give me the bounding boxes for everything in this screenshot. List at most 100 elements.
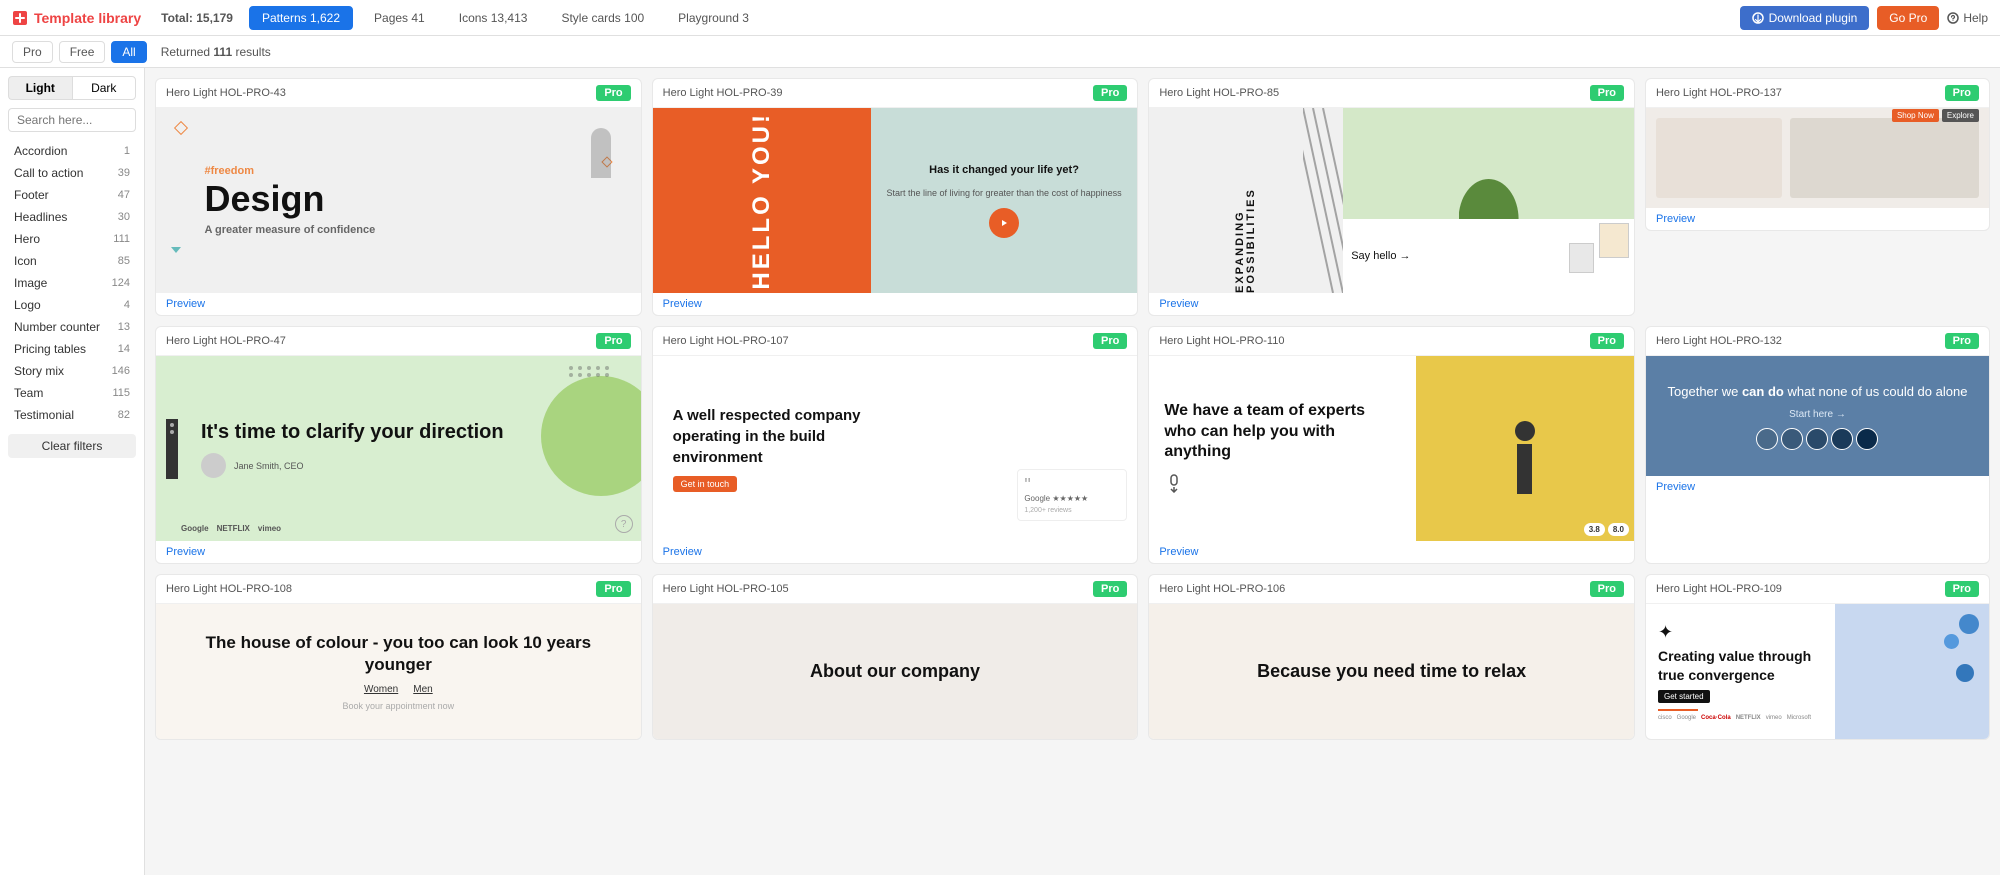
furniture-chair xyxy=(1656,118,1782,198)
brand-logos: Google NETFLIX vimeo xyxy=(181,524,281,533)
preview-link[interactable]: Preview xyxy=(653,541,1138,563)
card-title: Hero Light HOL-PRO-85 xyxy=(1159,87,1279,99)
logo-microsoft: Microsoft xyxy=(1787,715,1811,721)
sidebar-item-calltoaction[interactable]: Call to action 39 xyxy=(8,162,136,184)
sidebar-item-storymix[interactable]: Story mix 146 xyxy=(8,360,136,382)
preview-link[interactable]: Preview xyxy=(156,541,641,563)
person-head xyxy=(1515,421,1535,441)
sidebar-item-icon[interactable]: Icon 85 xyxy=(8,250,136,272)
vertical-bar xyxy=(166,419,178,479)
card-preview-area: A well respected company operating in th… xyxy=(653,356,1138,541)
card-header: Hero Light HOL-PRO-109 Pro xyxy=(1646,575,1989,604)
card-preview-area: #freedom Design A greater measure of con… xyxy=(156,108,641,293)
sidebar: Light Dark Accordion 1 Call to action 39… xyxy=(0,68,145,875)
card-title: Hero Light HOL-PRO-43 xyxy=(166,87,286,99)
tab-playground[interactable]: Playground 3 xyxy=(665,6,762,30)
logo-cocacola: Coca·Cola xyxy=(1701,715,1731,721)
person-body xyxy=(1517,444,1532,494)
sidebar-item-count: 146 xyxy=(112,365,130,377)
value-right xyxy=(1835,604,1989,739)
card-header: Hero Light HOL-PRO-105 Pro xyxy=(653,575,1138,604)
preview-link[interactable]: Preview xyxy=(1149,541,1634,563)
sidebar-item-numbercounter[interactable]: Number counter 13 xyxy=(8,316,136,338)
sidebar-item-accordion[interactable]: Accordion 1 xyxy=(8,140,136,162)
pro-badge: Pro xyxy=(1093,85,1127,101)
card-title: Hero Light HOL-PRO-107 xyxy=(663,335,789,347)
company-text: A well respected company operating in th… xyxy=(673,405,918,468)
light-theme-button[interactable]: Light xyxy=(8,76,72,100)
right-column-top: Hero Light HOL-PRO-137 Pro Shop Now Expl… xyxy=(1645,78,1990,316)
card-header: Hero Light HOL-PRO-137 Pro xyxy=(1646,79,1989,108)
sidebar-item-label: Pricing tables xyxy=(14,342,86,356)
logo-cisco: cisco xyxy=(1658,715,1672,721)
design-sub-text: A greater measure of confidence xyxy=(204,222,592,236)
help-icon xyxy=(1947,12,1959,24)
card-header: Hero Light HOL-PRO-47 Pro xyxy=(156,327,641,356)
preview-link[interactable]: Preview xyxy=(1646,208,1989,230)
women-link[interactable]: Women xyxy=(364,684,398,695)
tab-stylecards[interactable]: Style cards 100 xyxy=(548,6,657,30)
plant-shape xyxy=(1459,139,1519,219)
clear-filters-button[interactable]: Clear filters xyxy=(8,434,136,458)
preview-link[interactable]: Preview xyxy=(653,293,1138,315)
sidebar-item-count: 4 xyxy=(124,299,130,311)
search-input[interactable] xyxy=(8,108,136,132)
sidebar-item-testimonial[interactable]: Testimonial 82 xyxy=(8,404,136,426)
pro-badge: Pro xyxy=(596,581,630,597)
pro-badge: Pro xyxy=(1093,581,1127,597)
tab-patterns[interactable]: Patterns 1,622 xyxy=(249,6,353,30)
sidebar-item-count: 85 xyxy=(118,255,130,267)
together-text: Together we can do what none of us could… xyxy=(1668,382,1968,402)
review-box: " Google ★★★★★ 1,200+ reviews xyxy=(1017,469,1127,521)
team-photo-5 xyxy=(1856,428,1878,450)
tab-icons[interactable]: Icons 13,413 xyxy=(446,6,541,30)
filter-free[interactable]: Free xyxy=(59,41,106,63)
pro-badge: Pro xyxy=(596,85,630,101)
hello-right-panel: Has it changed your life yet? Start the … xyxy=(871,108,1138,293)
expand-right: Say hello → xyxy=(1343,108,1634,293)
team-photos xyxy=(1756,428,1878,450)
tab-pages[interactable]: Pages 41 xyxy=(361,6,438,30)
person-name: Jane Smith, CEO xyxy=(234,461,304,471)
sidebar-item-hero[interactable]: Hero 111 xyxy=(8,228,136,250)
card-hol-109: Hero Light HOL-PRO-109 Pro ✦ Creating va… xyxy=(1645,574,1990,740)
sidebar-item-footer[interactable]: Footer 47 xyxy=(8,184,136,206)
sidebar-item-image[interactable]: Image 124 xyxy=(8,272,136,294)
gopro-button[interactable]: Go Pro xyxy=(1877,6,1939,30)
start-here-link[interactable]: Start here → xyxy=(1789,409,1846,420)
sidebar-item-count: 14 xyxy=(118,343,130,355)
filter-all[interactable]: All xyxy=(111,41,146,63)
card-header: Hero Light HOL-PRO-108 Pro xyxy=(156,575,641,604)
together-cta: Start here → xyxy=(1789,409,1846,420)
sidebar-item-count: 111 xyxy=(113,233,130,245)
diamond-decoration xyxy=(174,121,188,135)
preview-link[interactable]: Preview xyxy=(1149,293,1634,315)
furniture-table xyxy=(1790,118,1979,198)
review-sub: 1,200+ reviews xyxy=(1024,507,1120,514)
sidebar-item-logo[interactable]: Logo 4 xyxy=(8,294,136,316)
expand-text: EXPANDING POSSIBILITIES xyxy=(1235,108,1257,293)
preview-link[interactable]: Preview xyxy=(156,293,641,315)
preview-link[interactable]: Preview xyxy=(1646,476,1989,498)
filter-pro[interactable]: Pro xyxy=(12,41,53,63)
frame-1 xyxy=(1599,223,1629,258)
scroll-indicator xyxy=(1164,473,1401,496)
card-hol-132: Hero Light HOL-PRO-132 Pro Together we c… xyxy=(1645,326,1990,564)
frame-2 xyxy=(1569,243,1594,273)
logo-google: Google xyxy=(181,524,209,533)
play-button[interactable] xyxy=(989,208,1019,238)
download-plugin-button[interactable]: Download plugin xyxy=(1740,6,1870,30)
sidebar-item-pricingtables[interactable]: Pricing tables 14 xyxy=(8,338,136,360)
card-preview-area: EXPANDING POSSIBILITIES xyxy=(1149,108,1634,293)
sidebar-item-team[interactable]: Team 115 xyxy=(8,382,136,404)
help-button[interactable]: Help xyxy=(1947,11,1988,25)
dark-theme-button[interactable]: Dark xyxy=(72,76,137,100)
men-link[interactable]: Men xyxy=(413,684,432,695)
card-title: Hero Light HOL-PRO-137 xyxy=(1656,87,1782,99)
card-preview-area: The house of colour - you too can look 1… xyxy=(156,604,641,739)
hello-left-panel: HELLO YOU! xyxy=(653,108,871,293)
pro-badge: Pro xyxy=(1945,85,1979,101)
sidebar-item-headlines[interactable]: Headlines 30 xyxy=(8,206,136,228)
colour-title: The house of colour - you too can look 1… xyxy=(171,632,626,676)
pro-badge: Pro xyxy=(1945,581,1979,597)
